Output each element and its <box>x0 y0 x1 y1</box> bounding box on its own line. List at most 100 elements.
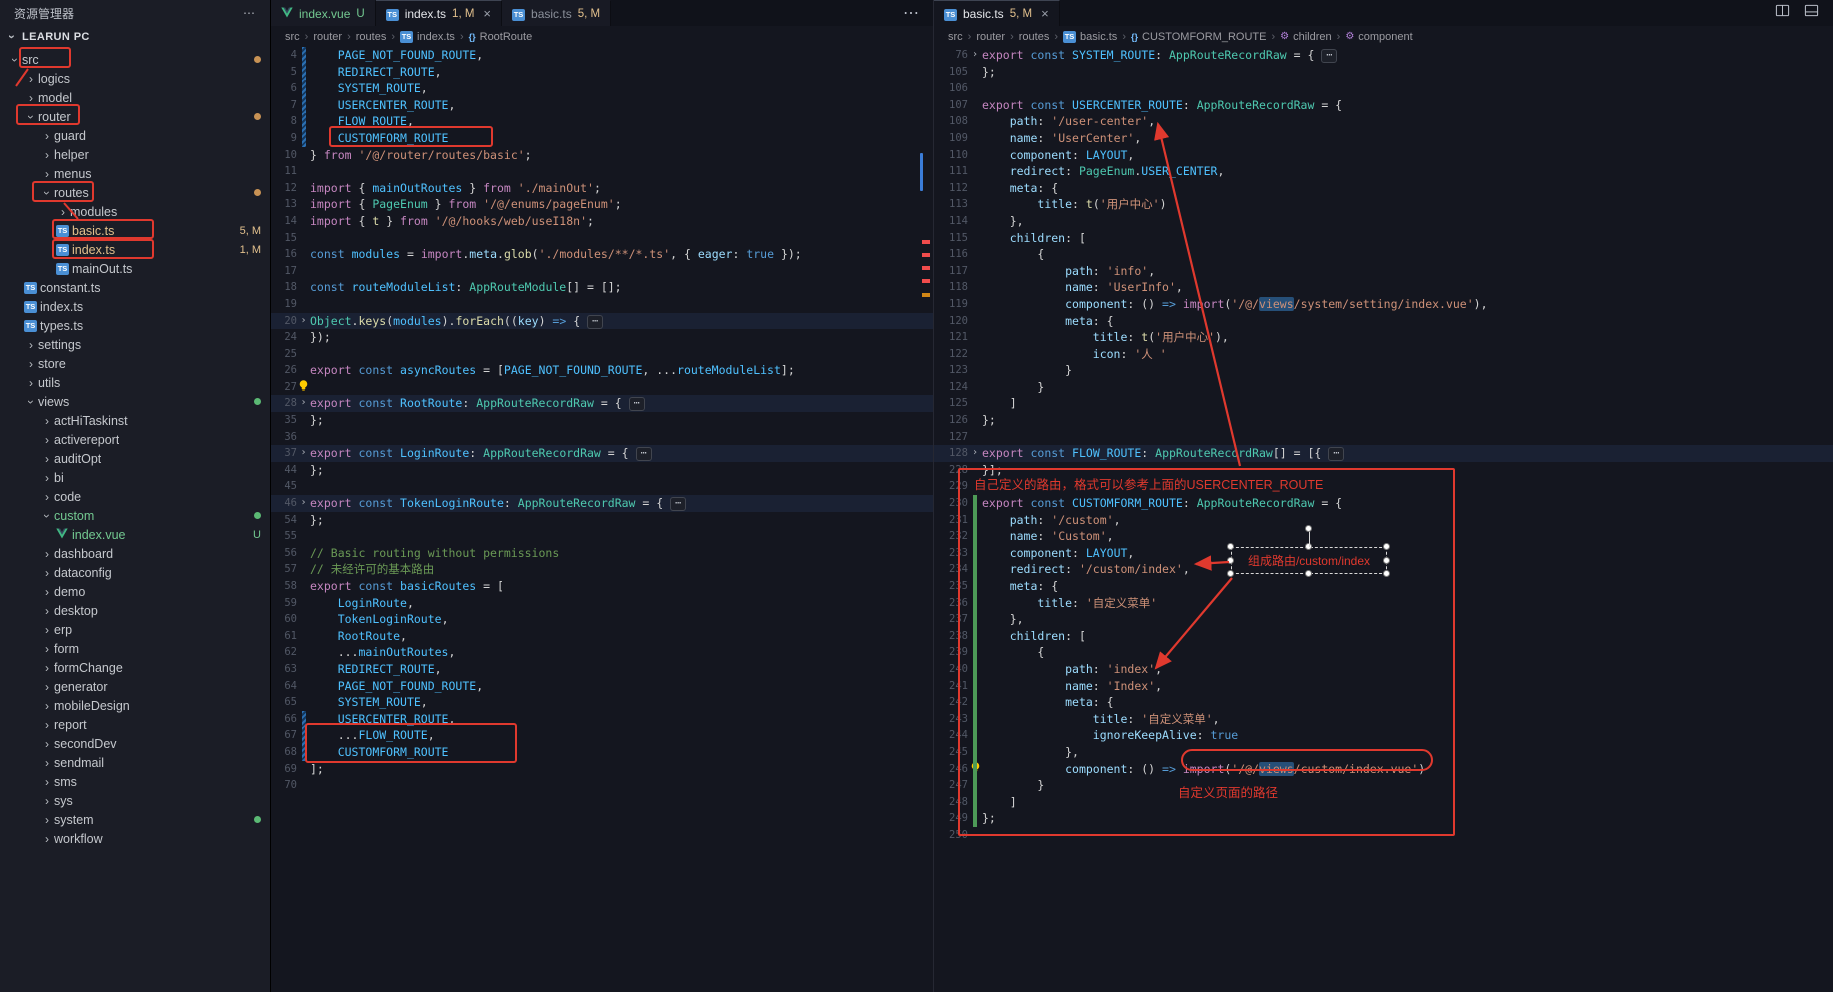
breadcrumb-item[interactable]: router <box>976 31 1005 43</box>
code-line-14[interactable]: 14import { t } from '/@/hooks/web/useI18… <box>271 213 933 230</box>
code-line-13[interactable]: 13import { PageEnum } from '/@/enums/pag… <box>271 196 933 213</box>
code-line-10[interactable]: 10} from '/@/router/routes/basic'; <box>271 147 933 164</box>
tree-item-store[interactable]: ›store <box>0 354 270 373</box>
code-line-62[interactable]: 62 ...mainOutRoutes, <box>271 644 933 661</box>
chevron-right-icon[interactable]: › <box>24 358 38 370</box>
tree-item-mobileDesign[interactable]: ›mobileDesign <box>0 696 270 715</box>
code-line-16[interactable]: 16const modules = import.meta.glob('./mo… <box>271 246 933 263</box>
code-line-231[interactable]: 231 path: '/custom', <box>934 512 1833 529</box>
tree-item-demo[interactable]: ›demo <box>0 582 270 601</box>
code-line-69[interactable]: 69]; <box>271 761 933 778</box>
code-line-247[interactable]: 247 } <box>934 777 1833 794</box>
code-line-234[interactable]: 234 redirect: '/custom/index', <box>934 561 1833 578</box>
tree-item-views[interactable]: ›views <box>0 392 270 411</box>
code-line-235[interactable]: 235 meta: { <box>934 578 1833 595</box>
fold-chevron-icon[interactable]: › <box>297 445 310 462</box>
tree-item-modules[interactable]: ›modules <box>0 202 270 221</box>
tree-item-constant.ts[interactable]: TSconstant.ts <box>0 278 270 297</box>
code-line-233[interactable]: 233 component: LAYOUT, <box>934 545 1833 562</box>
tree-item-index.ts[interactable]: TSindex.ts <box>0 297 270 316</box>
chevron-down-icon[interactable]: › <box>41 186 53 200</box>
breadcrumb-item[interactable]: ⚙children <box>1280 31 1332 43</box>
tree-item-guard[interactable]: ›guard <box>0 126 270 145</box>
folded-code-ellipsis[interactable]: ⋯ <box>636 447 652 461</box>
code-line-12[interactable]: 12import { mainOutRoutes } from './mainO… <box>271 180 933 197</box>
code-line-24[interactable]: 24}); <box>271 329 933 346</box>
chevron-down-icon[interactable]: › <box>25 395 37 409</box>
code-line-70[interactable]: 70 <box>271 777 933 794</box>
code-line-46[interactable]: 46›export const TokenLoginRoute: AppRout… <box>271 495 933 512</box>
code-line-118[interactable]: 118 name: 'UserInfo', <box>934 279 1833 296</box>
editor-layout-icon[interactable] <box>1804 3 1819 23</box>
tree-item-erp[interactable]: ›erp <box>0 620 270 639</box>
chevron-right-icon[interactable]: › <box>40 776 54 788</box>
tree-item-auditOpt[interactable]: ›auditOpt <box>0 449 270 468</box>
fold-chevron-icon[interactable]: › <box>968 445 982 462</box>
folded-code-ellipsis[interactable]: ⋯ <box>629 397 645 411</box>
explorer-more-icon[interactable]: ⋯ <box>243 6 256 20</box>
code-line-246[interactable]: 246 component: () => import('/@/views/cu… <box>934 761 1833 778</box>
chevron-right-icon[interactable]: › <box>40 415 54 427</box>
more-actions-icon[interactable]: ⋯ <box>903 3 919 23</box>
chevron-down-icon[interactable]: › <box>25 110 37 124</box>
code-line-59[interactable]: 59 LoginRoute, <box>271 595 933 612</box>
chevron-right-icon[interactable]: › <box>40 757 54 769</box>
code-line-20[interactable]: 20›Object.keys(modules).forEach((key) =>… <box>271 313 933 330</box>
code-line-228[interactable]: 228}]; <box>934 462 1833 479</box>
tree-item-settings[interactable]: ›settings <box>0 335 270 354</box>
chevron-right-icon[interactable]: › <box>40 567 54 579</box>
chevron-right-icon[interactable]: › <box>40 643 54 655</box>
scrollbar-thumb[interactable] <box>920 153 923 191</box>
chevron-right-icon[interactable]: › <box>24 73 38 85</box>
code-line-56[interactable]: 56// Basic routing without permissions <box>271 545 933 562</box>
chevron-right-icon[interactable]: › <box>40 130 54 142</box>
fold-chevron-icon[interactable]: › <box>297 495 310 512</box>
tree-item-dashboard[interactable]: ›dashboard <box>0 544 270 563</box>
code-line-112[interactable]: 112 meta: { <box>934 180 1833 197</box>
chevron-right-icon[interactable]: › <box>56 206 70 218</box>
code-line-58[interactable]: 58export const basicRoutes = [ <box>271 578 933 595</box>
code-line-244[interactable]: 244 ignoreKeepAlive: true <box>934 727 1833 744</box>
code-line-4[interactable]: 4 PAGE_NOT_FOUND_ROUTE, <box>271 47 933 64</box>
tab-basic.ts[interactable]: TSbasic.ts5, M× <box>934 0 1060 26</box>
code-line-19[interactable]: 19 <box>271 296 933 313</box>
code-line-7[interactable]: 7 USERCENTER_ROUTE, <box>271 97 933 114</box>
code-line-63[interactable]: 63 REDIRECT_ROUTE, <box>271 661 933 678</box>
tree-item-logics[interactable]: ›logics <box>0 69 270 88</box>
tree-item-formChange[interactable]: ›formChange <box>0 658 270 677</box>
chevron-right-icon[interactable]: › <box>40 149 54 161</box>
tree-item-routes[interactable]: ›routes <box>0 183 270 202</box>
chevron-right-icon[interactable]: › <box>40 605 54 617</box>
tree-item-activereport[interactable]: ›activereport <box>0 430 270 449</box>
code-line-76[interactable]: 76›export const SYSTEM_ROUTE: AppRouteRe… <box>934 47 1833 64</box>
tree-item-sys[interactable]: ›sys <box>0 791 270 810</box>
code-line-26[interactable]: 26export const asyncRoutes = [PAGE_NOT_F… <box>271 362 933 379</box>
chevron-right-icon[interactable]: › <box>40 719 54 731</box>
tree-item-actHiTaskinst[interactable]: ›actHiTaskinst <box>0 411 270 430</box>
breadcrumb-item[interactable]: {}CUSTOMFORM_ROUTE <box>1131 31 1266 43</box>
breadcrumb-item[interactable]: routes <box>1019 31 1050 43</box>
code-line-243[interactable]: 243 title: '自定义菜单', <box>934 711 1833 728</box>
code-line-240[interactable]: 240 path: 'index', <box>934 661 1833 678</box>
tab-basic.ts[interactable]: TSbasic.ts5, M <box>502 0 611 26</box>
code-line-122[interactable]: 122 icon: '人 ' <box>934 346 1833 363</box>
chevron-right-icon[interactable]: › <box>40 814 54 826</box>
breadcrumb-item[interactable]: src <box>948 31 963 43</box>
breadcrumb-item[interactable]: ⚙component <box>1345 31 1412 43</box>
code-line-242[interactable]: 242 meta: { <box>934 694 1833 711</box>
code-line-113[interactable]: 113 title: t('用户中心') <box>934 196 1833 213</box>
chevron-right-icon[interactable]: › <box>40 491 54 503</box>
chevron-right-icon[interactable]: › <box>40 662 54 674</box>
code-line-60[interactable]: 60 TokenLoginRoute, <box>271 611 933 628</box>
code-line-128[interactable]: 128›export const FLOW_ROUTE: AppRouteRec… <box>934 445 1833 462</box>
code-line-124[interactable]: 124 } <box>934 379 1833 396</box>
tree-item-sendmail[interactable]: ›sendmail <box>0 753 270 772</box>
folded-code-ellipsis[interactable]: ⋯ <box>670 497 686 511</box>
tree-item-dataconfig[interactable]: ›dataconfig <box>0 563 270 582</box>
code-line-105[interactable]: 105}; <box>934 64 1833 81</box>
code-line-239[interactable]: 239 { <box>934 644 1833 661</box>
code-line-44[interactable]: 44}; <box>271 462 933 479</box>
code-line-108[interactable]: 108 path: '/user-center', <box>934 113 1833 130</box>
code-line-27[interactable]: 27 <box>271 379 933 396</box>
code-line-117[interactable]: 117 path: 'info', <box>934 263 1833 280</box>
